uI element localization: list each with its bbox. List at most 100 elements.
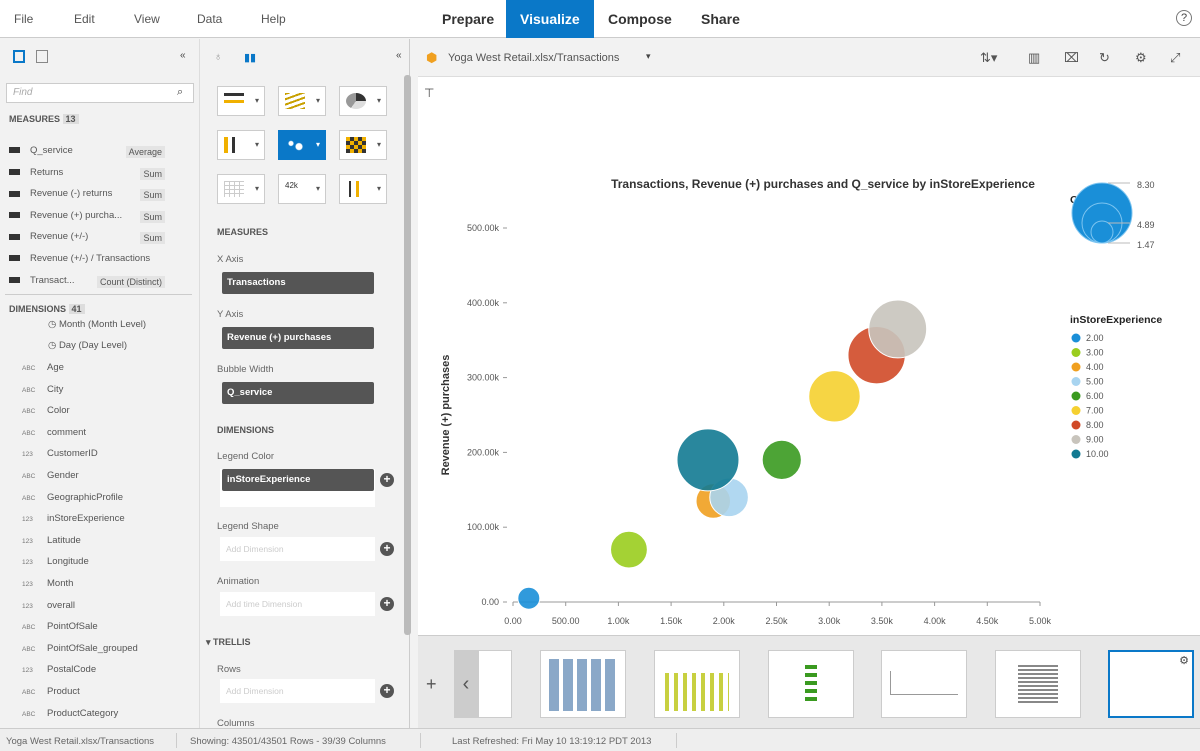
- clear-chart-icon[interactable]: ⌧: [1064, 50, 1079, 66]
- list-item[interactable]: ABC City: [22, 384, 63, 395]
- aggregation-badge[interactable]: Sum: [140, 167, 165, 180]
- bubble-7.00[interactable]: [808, 370, 861, 423]
- animation-input[interactable]: Add time Dimension: [220, 592, 375, 616]
- dataset-selector[interactable]: Yoga West Retail.xlsx/Transactions: [448, 52, 619, 64]
- bubble-3.00[interactable]: [610, 530, 648, 569]
- box-plot-chart-button[interactable]: ▾: [339, 174, 387, 204]
- list-item[interactable]: ABC Color: [22, 405, 70, 416]
- list-item[interactable]: ABC PointOfSale_grouped: [22, 643, 138, 654]
- chart-thumbnail-active[interactable]: ⚙: [1108, 650, 1194, 718]
- add-chart-icon[interactable]: +: [426, 674, 437, 695]
- legend-item[interactable]: 9.00: [1086, 435, 1104, 445]
- add-icon[interactable]: +: [380, 684, 394, 698]
- measure-item[interactable]: Revenue (+/-) / Transactions: [9, 253, 189, 271]
- menu-file[interactable]: File: [14, 12, 33, 26]
- list-item[interactable]: ABC ProductCategory: [22, 708, 118, 719]
- list-item[interactable]: 123 PostalCode: [22, 664, 96, 675]
- aggregation-badge[interactable]: Count (Distinct): [96, 275, 165, 288]
- add-icon[interactable]: +: [380, 542, 394, 556]
- line-chart-button[interactable]: ▾: [278, 86, 326, 116]
- bubble-width-pill[interactable]: Q_service: [222, 382, 374, 404]
- refresh-icon[interactable]: ↻: [1099, 50, 1110, 66]
- menu-data[interactable]: Data: [197, 12, 222, 26]
- numeric-point-chart-button[interactable]: 42k ▾: [278, 174, 326, 204]
- list-item[interactable]: ABC PointOfSale: [22, 621, 98, 632]
- tab-visualize[interactable]: Visualize: [506, 0, 594, 38]
- add-icon[interactable]: +: [380, 473, 394, 487]
- list-item[interactable]: ABC Gender: [22, 470, 79, 481]
- measure-item[interactable]: Revenue (+/-) Sum: [9, 231, 189, 249]
- measure-item[interactable]: Revenue (+) purcha... Sum: [9, 210, 189, 228]
- menu-edit[interactable]: Edit: [74, 12, 95, 26]
- measure-item[interactable]: Revenue (-) returns Sum: [9, 188, 189, 206]
- tab-share[interactable]: Share: [687, 0, 754, 38]
- bubble-10.00[interactable]: [676, 428, 740, 492]
- aggregation-badge[interactable]: Sum: [140, 189, 165, 202]
- settings-icon[interactable]: ⚙: [1179, 654, 1189, 667]
- collapse-icon[interactable]: «: [396, 50, 402, 61]
- aggregation-badge[interactable]: Sum: [140, 232, 165, 245]
- list-item[interactable]: 123 Month: [22, 578, 73, 589]
- settings-icon[interactable]: ⚙: [1135, 50, 1147, 66]
- lightbulb-icon[interactable]: ♁: [214, 51, 222, 63]
- chart-thumbnail[interactable]: [881, 650, 967, 718]
- bubble-chart-button[interactable]: ▾: [278, 130, 326, 160]
- search-icon[interactable]: ⌕: [177, 86, 183, 99]
- sort-icon[interactable]: ⇅▾: [980, 50, 997, 66]
- legend-item[interactable]: 10.00: [1086, 449, 1109, 459]
- bar-chart-icon[interactable]: ▮▮: [244, 51, 256, 64]
- legend-item[interactable]: 3.00: [1086, 348, 1104, 358]
- measure-item[interactable]: Returns Sum: [9, 167, 189, 185]
- table-chart-button[interactable]: ▾: [217, 174, 265, 204]
- tab-compose[interactable]: Compose: [594, 0, 686, 38]
- chevron-down-icon[interactable]: ▾: [646, 51, 651, 62]
- list-item[interactable]: ABC comment: [22, 427, 86, 438]
- legend-item[interactable]: 4.00: [1086, 362, 1104, 372]
- chart-thumbnail[interactable]: [540, 650, 626, 718]
- list-item[interactable]: ABC GeographicProfile: [22, 492, 123, 503]
- chart-options-icon[interactable]: ▥: [1028, 50, 1040, 66]
- menu-help[interactable]: Help: [261, 12, 286, 26]
- chart-thumbnail[interactable]: [478, 650, 512, 718]
- find-input[interactable]: Find: [6, 83, 194, 103]
- bubble-2.00[interactable]: [517, 586, 541, 610]
- chart-thumbnail[interactable]: [768, 650, 854, 718]
- list-item[interactable]: ABC Age: [22, 362, 64, 373]
- legend-item[interactable]: 7.00: [1086, 406, 1104, 416]
- legend-color-pill[interactable]: inStoreExperience: [222, 469, 374, 491]
- scroll-left-button[interactable]: ‹: [454, 650, 478, 718]
- bar-chart-button[interactable]: ▾: [217, 86, 265, 116]
- trellis-section[interactable]: ▾ TRELLIS: [206, 637, 251, 648]
- legend-item[interactable]: 6.00: [1086, 391, 1104, 401]
- bubble-6.00[interactable]: [761, 439, 802, 480]
- measure-item[interactable]: Transact... Count (Distinct): [9, 275, 189, 293]
- chart-thumbnail[interactable]: [995, 650, 1081, 718]
- x-axis-pill[interactable]: Transactions: [222, 272, 374, 294]
- data-view-icon[interactable]: [13, 50, 25, 63]
- list-item[interactable]: 123 overall: [22, 600, 75, 611]
- chart-thumbnail[interactable]: [654, 650, 740, 718]
- heatmap-chart-button[interactable]: ▾: [339, 130, 387, 160]
- list-item[interactable]: 123 Latitude: [22, 535, 81, 546]
- aggregation-badge[interactable]: Sum: [140, 210, 165, 223]
- measure-item[interactable]: Q_service Average: [9, 145, 189, 163]
- list-item[interactable]: 123 CustomerID: [22, 448, 98, 459]
- menu-view[interactable]: View: [134, 12, 160, 26]
- aggregation-badge[interactable]: Average: [125, 146, 165, 158]
- legend-shape-input[interactable]: Add Dimension: [220, 537, 375, 561]
- scatter-chart-button[interactable]: ▾: [217, 130, 265, 160]
- list-item[interactable]: ABC Product: [22, 686, 80, 697]
- tab-prepare[interactable]: Prepare: [428, 0, 508, 38]
- list-item[interactable]: ◷ Month (Month Level): [48, 319, 146, 330]
- list-item[interactable]: 123 Longitude: [22, 556, 89, 567]
- list-item[interactable]: ◷ Day (Day Level): [48, 340, 127, 351]
- add-icon[interactable]: +: [380, 597, 394, 611]
- pie-chart-button[interactable]: ▾: [339, 86, 387, 116]
- rows-input[interactable]: Add Dimension: [220, 679, 375, 703]
- y-axis-pill[interactable]: Revenue (+) purchases: [222, 327, 374, 349]
- fullscreen-icon[interactable]: ⤢: [1170, 50, 1180, 66]
- help-icon[interactable]: ?: [1176, 10, 1192, 26]
- list-item[interactable]: 123 inStoreExperience: [22, 513, 125, 524]
- legend-item[interactable]: 5.00: [1086, 377, 1104, 387]
- legend-item[interactable]: 8.00: [1086, 420, 1104, 430]
